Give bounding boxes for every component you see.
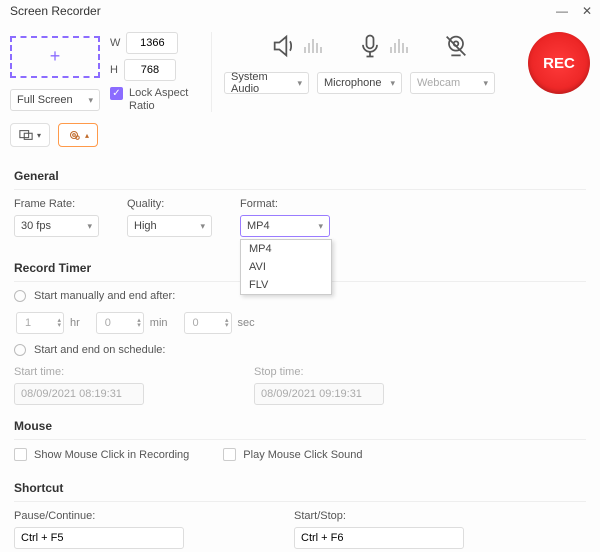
layout-tool-button[interactable]: ▾ [10, 123, 50, 147]
pause-shortcut-label: Pause/Continue: [14, 510, 184, 522]
close-button[interactable]: ✕ [582, 4, 592, 18]
chevron-down-icon: ▾ [37, 131, 41, 140]
webcam-select[interactable]: Webcam [410, 72, 495, 94]
frame-rate-label: Frame Rate: [14, 198, 99, 210]
height-label: H [110, 64, 118, 76]
settings-tool-button[interactable]: ▴ [58, 123, 98, 147]
start-time-label: Start time: [14, 366, 144, 378]
format-label: Format: [240, 198, 330, 210]
play-sound-checkbox[interactable]: ✓ [223, 448, 236, 461]
region-mode-select[interactable]: Full Screen [10, 89, 100, 111]
timer-manual-radio[interactable] [14, 290, 26, 302]
start-time-input[interactable] [14, 383, 144, 405]
window-title: Screen Recorder [10, 4, 101, 18]
format-option[interactable]: FLV [241, 276, 331, 294]
width-label: W [110, 37, 120, 49]
minutes-unit: min [150, 317, 168, 329]
chevron-up-icon: ▴ [85, 131, 89, 140]
start-shortcut-label: Start/Stop: [294, 510, 464, 522]
stop-time-input[interactable] [254, 383, 384, 405]
timer-schedule-radio[interactable] [14, 344, 26, 356]
pause-shortcut-input[interactable] [14, 527, 184, 549]
lock-aspect-label: Lock Aspect Ratio [129, 87, 199, 113]
quality-label: Quality: [127, 198, 212, 210]
format-dropdown: MP4 AVI FLV [240, 239, 332, 295]
hours-spinner[interactable]: 1▴▾ [16, 312, 64, 334]
play-sound-label: Play Mouse Click Sound [243, 449, 362, 461]
record-button[interactable]: REC [528, 32, 590, 94]
mouse-heading: Mouse [14, 413, 586, 440]
general-heading: General [14, 163, 586, 190]
minutes-spinner[interactable]: 0▴▾ [96, 312, 144, 334]
seconds-spinner[interactable]: 0▴▾ [184, 312, 232, 334]
timer-manual-label: Start manually and end after: [34, 290, 175, 302]
show-click-label: Show Mouse Click in Recording [34, 449, 189, 461]
height-input[interactable] [124, 59, 176, 81]
timer-schedule-label: Start and end on schedule: [34, 344, 165, 356]
lock-aspect-checkbox[interactable]: ✓ [110, 87, 123, 100]
start-shortcut-input[interactable] [294, 527, 464, 549]
format-option[interactable]: AVI [241, 258, 331, 276]
speaker-icon [270, 32, 322, 60]
hours-unit: hr [70, 317, 80, 329]
minimize-button[interactable]: — [556, 4, 568, 18]
stop-time-label: Stop time: [254, 366, 384, 378]
frame-rate-select[interactable]: 30 fps [14, 215, 99, 237]
divider [211, 32, 212, 112]
width-input[interactable] [126, 32, 178, 54]
show-click-checkbox[interactable]: ✓ [14, 448, 27, 461]
quality-select[interactable]: High [127, 215, 212, 237]
format-select[interactable]: MP4 [240, 215, 330, 237]
capture-region-box[interactable]: + [10, 36, 100, 78]
mic-select[interactable]: Microphone [317, 72, 402, 94]
seconds-unit: sec [238, 317, 255, 329]
webcam-off-icon [442, 32, 470, 60]
shortcut-heading: Shortcut [14, 475, 586, 502]
audio-select[interactable]: System Audio [224, 72, 309, 94]
format-option[interactable]: MP4 [241, 240, 331, 258]
microphone-icon [356, 32, 408, 60]
